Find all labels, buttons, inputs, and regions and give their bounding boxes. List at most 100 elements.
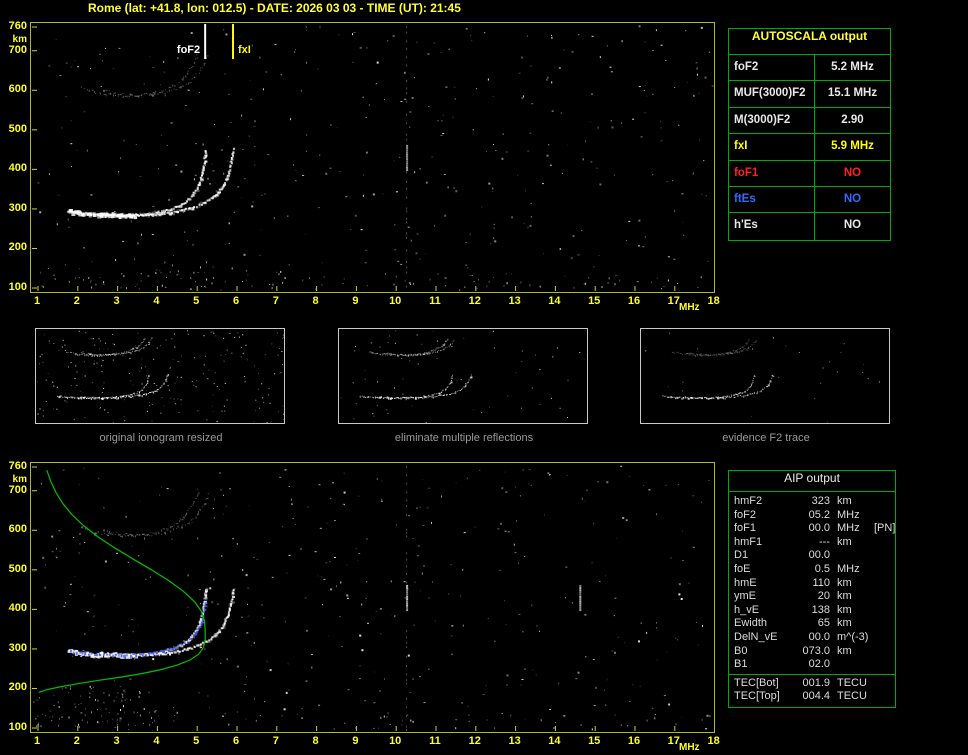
y-tick-label: 600 bbox=[8, 523, 27, 536]
x-axis-unit: MHz bbox=[679, 742, 700, 753]
autoscala-row-value: NO bbox=[843, 192, 862, 205]
aip-cell-n bbox=[874, 590, 895, 604]
aip-cell-v: 00.0 bbox=[808, 522, 830, 535]
aip-row: B0 073.0 km bbox=[729, 645, 895, 659]
ionogram-bottom-canvas bbox=[32, 465, 711, 731]
aip-cell-n bbox=[874, 495, 895, 509]
x-tick-label: 11 bbox=[429, 295, 441, 307]
aip-cell-u: km bbox=[837, 590, 852, 603]
x-tick-label: 1 bbox=[33, 735, 41, 747]
aip-cell-v: 138 bbox=[811, 603, 830, 616]
aip-cell-u: m^(-3) bbox=[837, 630, 869, 643]
aip-cell-v: 00.0 bbox=[808, 630, 830, 643]
autoscala-row-value: 15.1 MHz bbox=[827, 87, 878, 100]
y-tick-label: 700 bbox=[8, 483, 27, 496]
autoscala-row: foF2 5.2 MHz bbox=[729, 55, 890, 82]
aip-cell-n bbox=[874, 509, 895, 523]
y-tick-label: 500 bbox=[8, 122, 27, 135]
autoscala-row-label: foF2 bbox=[729, 55, 815, 81]
x-tick-label: 6 bbox=[232, 735, 240, 747]
y-tick-label: 400 bbox=[8, 602, 27, 615]
autoscala-row-value: NO bbox=[843, 166, 862, 179]
aip-row: hmF2 323 km bbox=[729, 495, 895, 509]
aip-cell-u: MHz bbox=[837, 562, 860, 575]
y-tick-label: 400 bbox=[8, 162, 27, 175]
aip-cell-u: km bbox=[837, 495, 852, 507]
aip-cell-l: Ewidth bbox=[734, 617, 768, 630]
aip-cell-l: hmF2 bbox=[734, 495, 763, 507]
aip-tec-rows: TEC[Bot] 001.9 TECU TEC[Top] 004.4 TECU bbox=[729, 673, 895, 704]
aip-cell-v: 00.0 bbox=[808, 549, 830, 562]
aip-row: ymE 20 km bbox=[729, 590, 895, 604]
x-tick-label: 11 bbox=[429, 735, 441, 747]
aip-cell-v: 110 bbox=[812, 576, 830, 589]
aip-cell-n bbox=[874, 658, 895, 672]
aip-cell-n bbox=[874, 577, 895, 591]
aip-cell-n bbox=[874, 536, 895, 550]
y-tick-label: 600 bbox=[8, 83, 27, 96]
ionogram-top-plot: foF2 fxI bbox=[30, 22, 715, 293]
x-tick-label: 2 bbox=[73, 735, 80, 747]
y-tick-label: 200 bbox=[8, 241, 27, 254]
autoscala-row: fxI 5.9 MHz bbox=[729, 134, 890, 161]
x-tick-label: 15 bbox=[588, 295, 601, 307]
aip-cell-l: hmF1 bbox=[734, 535, 763, 548]
thumbnail-multiple-reflections-caption: eliminate multiple reflections bbox=[394, 432, 534, 444]
x-tick-label: 18 bbox=[707, 735, 720, 747]
aip-cell-l: TEC[Bot] bbox=[734, 676, 779, 689]
aip-row: TEC[Bot] 001.9 TECU bbox=[729, 677, 895, 691]
x-tick-label: 7 bbox=[272, 295, 279, 307]
x-tick-label: 4 bbox=[153, 295, 160, 307]
aip-cell-l: foE bbox=[734, 562, 751, 575]
station-date-time-title: Rome (lat: +41.8, lon: 012.5) - DATE: 20… bbox=[88, 1, 461, 15]
aip-row: hmF1 --- km bbox=[729, 536, 895, 550]
x-tick-label: 10 bbox=[389, 295, 402, 307]
aip-cell-n bbox=[874, 549, 895, 563]
thumbnail-original-caption: original ionogram resized bbox=[99, 432, 223, 444]
svg-text:fxI: fxI bbox=[238, 44, 251, 56]
autoscala-row-value: 2.90 bbox=[841, 113, 864, 126]
x-tick-label: 8 bbox=[312, 735, 319, 747]
thumbnail-f2-trace-caption: evidence F2 trace bbox=[722, 432, 810, 444]
ionogram-bottom-plot bbox=[30, 462, 715, 733]
aip-cell-n: [PN] bbox=[874, 522, 896, 535]
y-tick-label: 100 bbox=[8, 281, 27, 294]
x-tick-label: 16 bbox=[627, 735, 641, 747]
y-tick-label: 760 bbox=[8, 20, 27, 32]
x-tick-label: 7 bbox=[272, 735, 279, 747]
x-tick-label: 6 bbox=[232, 295, 240, 307]
aip-row: TEC[Top] 004.4 TECU bbox=[729, 690, 895, 704]
x-tick-label: 9 bbox=[352, 295, 359, 307]
y-tick-label: 100 bbox=[8, 721, 27, 734]
aip-cell-l: hmE bbox=[734, 576, 757, 589]
aip-cell-v: 001.9 bbox=[802, 676, 830, 689]
x-tick-label: 13 bbox=[508, 295, 521, 307]
aip-cell-u: TECU bbox=[837, 676, 867, 689]
aip-cell-u: km bbox=[837, 603, 852, 616]
aip-cell-u bbox=[830, 549, 874, 563]
x-tick-label: 1 bbox=[33, 295, 41, 307]
aip-cell-u: TECU bbox=[837, 690, 867, 703]
autoscala-app-screen: Rome (lat: +41.8, lon: 012.5) - DATE: 20… bbox=[0, 0, 968, 755]
aip-cell-n bbox=[874, 563, 895, 577]
aip-cell-u: km bbox=[837, 576, 852, 589]
aip-cell-l: D1 bbox=[734, 549, 749, 562]
aip-row: foF1 00.0 MHz [PN] bbox=[729, 522, 895, 536]
autoscala-table-rows: foF2 5.2 MHz MUF(3000)F2 15.1 MHz M(3000)F2 2… bbox=[729, 55, 890, 240]
svg-text:foF2: foF2 bbox=[177, 44, 200, 56]
aip-cell-n bbox=[874, 677, 895, 691]
autoscala-row: foF1 NO bbox=[729, 160, 890, 187]
aip-cell-v: 20 bbox=[817, 590, 830, 603]
aip-row: D1 00.0 bbox=[729, 549, 895, 563]
ionogram-top-canvas: foF2 fxI bbox=[32, 24, 714, 291]
aip-cell-u: km bbox=[837, 644, 852, 657]
autoscala-table-title: AUTOSCALA output bbox=[729, 29, 890, 55]
autoscala-row: h'Es NO bbox=[729, 213, 890, 240]
aip-cell-v: 323 bbox=[811, 495, 830, 507]
thumbnail-multiple-reflections: eliminate multiple reflections bbox=[338, 328, 590, 444]
y-tick-label: 200 bbox=[8, 681, 27, 694]
aip-cell-l: foF1 bbox=[734, 522, 757, 535]
aip-cell-u: km bbox=[837, 535, 852, 548]
autoscala-row: M(3000)F2 2.90 bbox=[729, 107, 890, 135]
autoscala-row-label: h'Es bbox=[729, 213, 815, 240]
